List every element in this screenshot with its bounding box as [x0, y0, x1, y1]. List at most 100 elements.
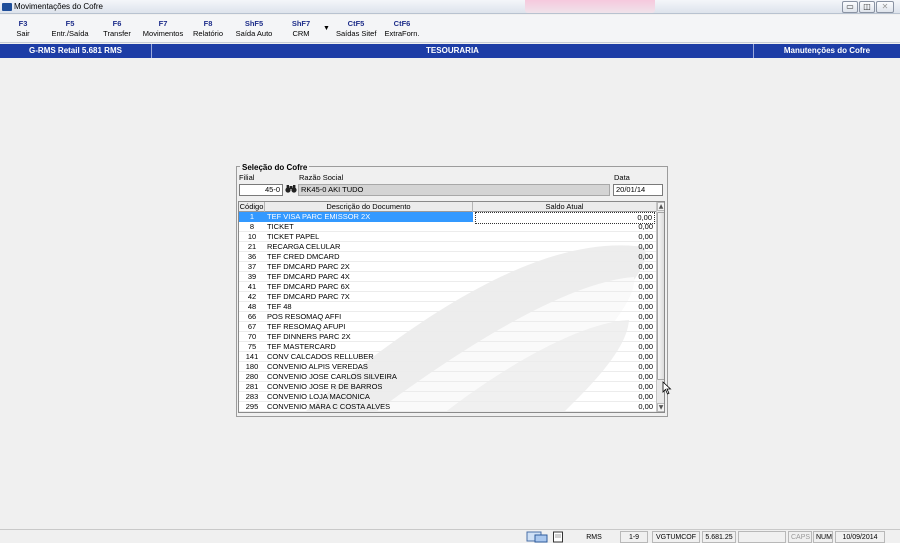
cell-codigo: 36: [247, 252, 257, 261]
binoculars-search-icon[interactable]: [285, 184, 297, 194]
table-row[interactable]: 75 TEF MASTERCARD 0,00: [239, 342, 656, 352]
table-row[interactable]: 21 RECARGA CELULAR 0,00: [239, 242, 656, 252]
toolbar-key: CtF5: [347, 19, 365, 28]
date-field[interactable]: 20/01/14: [613, 184, 663, 196]
cell-descricao: CONVENIO ALPIS VEREDAS: [267, 362, 368, 371]
toolbar-label: Transfer: [103, 29, 131, 38]
table-row[interactable]: 10 TICKET PAPEL 0,00: [239, 232, 656, 242]
minimize-button[interactable]: ▭: [842, 1, 858, 13]
table-row[interactable]: 41 TEF DMCARD PARC 6X 0,00: [239, 282, 656, 292]
scroll-down-arrow-icon[interactable]: ▼: [657, 403, 664, 412]
toolbar-button-extraforn[interactable]: CtF6 ExtraForn.: [382, 19, 422, 39]
toolbar-key: F8: [203, 19, 213, 28]
table-row[interactable]: 280 CONVENIO JOSE CARLOS SILVEIRA 0,00: [239, 372, 656, 382]
toolbar-button-saida-auto[interactable]: ShF5 Saída Auto: [232, 19, 276, 39]
filial-field[interactable]: 45-0: [239, 184, 283, 196]
toolbar-button-entrada-saida[interactable]: F5 Entr./Saída: [48, 19, 92, 39]
cell-descricao: POS RESOMAQ AFFI: [267, 312, 342, 321]
status-rms: RMS: [586, 534, 602, 541]
filial-label: Filial: [239, 173, 255, 182]
cell-codigo: 48: [247, 302, 257, 311]
table-row[interactable]: 281 CONVENIO JOSE R DE BARROS 0,00: [239, 382, 656, 392]
table-row[interactable]: 48 TEF 48 0,00: [239, 302, 656, 312]
app-icon: [2, 3, 12, 11]
cell-saldo: 0,00: [638, 222, 653, 231]
cell-saldo: 0,00: [638, 352, 653, 361]
table-row[interactable]: 180 CONVENIO ALPIS VEREDAS 0,00: [239, 362, 656, 372]
cell-descricao: TEF DMCARD PARC 4X: [267, 272, 350, 281]
cell-saldo: 0,00: [638, 342, 653, 351]
column-header-descricao[interactable]: Descrição do Documento: [265, 202, 473, 212]
table-row[interactable]: 8 TICKET 0,00: [239, 222, 656, 232]
cell-codigo: 141: [245, 352, 259, 361]
status-bar: RMS 1-9 VGTUMCOF 5.681.25 CAPS NUM 10/09…: [0, 529, 900, 543]
cell-descricao: TEF CRED DMCARD: [267, 252, 340, 261]
cell-saldo: 0,00: [638, 322, 653, 331]
column-header-saldo[interactable]: Saldo Atual: [473, 202, 656, 212]
cell-saldo: 0,00: [638, 262, 653, 271]
grid-header: Código Descrição do Documento Saldo Atua…: [239, 202, 656, 212]
toolbar-button-saidas-sitef[interactable]: CtF5 Saídas Sitef: [336, 19, 376, 39]
status-empty: [738, 531, 786, 543]
cell-codigo: 37: [247, 262, 257, 271]
document-icon: [553, 531, 563, 543]
table-row[interactable]: 37 TEF DMCARD PARC 2X 0,00: [239, 262, 656, 272]
table-row[interactable]: 70 TEF DINNERS PARC 2X 0,00: [239, 332, 656, 342]
title-bar: Movimentações do Cofre ▭ ◫ ✕: [0, 0, 900, 14]
panel-title: Seleção do Cofre: [240, 163, 310, 172]
cell-codigo: 67: [247, 322, 257, 331]
cell-saldo: 0,00: [638, 232, 653, 241]
mouse-cursor-icon: [662, 381, 672, 395]
close-button[interactable]: ✕: [876, 1, 894, 13]
toolbar-label: Entr./Saída: [51, 29, 89, 38]
chevron-down-icon[interactable]: ▼: [323, 25, 330, 32]
cell-saldo: 0,00: [638, 362, 653, 371]
toolbar-button-transfer[interactable]: F6 Transfer: [100, 19, 134, 39]
scroll-up-arrow-icon[interactable]: ▲: [657, 202, 664, 211]
cell-descricao: TEF DMCARD PARC 2X: [267, 262, 350, 271]
razao-social-label: Razão Social: [299, 173, 344, 182]
toolbar-button-movimentos[interactable]: F7 Movimentos: [140, 19, 186, 39]
cell-descricao: CONVENIO JOSE R DE BARROS: [267, 382, 383, 391]
cell-saldo: 0,00: [638, 402, 653, 411]
window-title: Movimentações do Cofre: [14, 2, 103, 11]
cell-codigo: 295: [245, 402, 259, 411]
table-row[interactable]: 283 CONVENIO LOJA MACONICA 0,00: [239, 392, 656, 402]
cell-descricao: TEF MASTERCARD: [267, 342, 336, 351]
cell-codigo: 180: [245, 362, 259, 371]
table-row[interactable]: 1 TEF VISA PARC EMISSOR 2X 0,00: [239, 212, 656, 224]
toolbar-label: CRM: [292, 29, 310, 38]
cofre-documents-grid[interactable]: Código Descrição do Documento Saldo Atua…: [238, 201, 665, 413]
cell-saldo: 0,00: [638, 242, 653, 251]
table-row[interactable]: 39 TEF DMCARD PARC 4X 0,00: [239, 272, 656, 282]
cell-saldo: 0,00: [638, 282, 653, 291]
scrollbar-thumb[interactable]: [657, 212, 664, 380]
grid-rows: 1 TEF VISA PARC EMISSOR 2X 0,00 8 TICKET 0,0…: [239, 212, 656, 412]
cell-descricao: CONV CALCADOS RELLUBER: [267, 352, 374, 361]
status-version: 5.681.25: [702, 531, 736, 543]
toolbar-button-sair[interactable]: F3 Sair: [8, 19, 38, 39]
column-header-codigo[interactable]: Código: [239, 202, 265, 212]
table-row[interactable]: 66 POS RESOMAQ AFFI 0,00: [239, 312, 656, 322]
table-row[interactable]: 295 CONVENIO MARA C COSTA ALVES 0,00: [239, 402, 656, 412]
cell-saldo: 0,00: [638, 272, 653, 281]
restore-button[interactable]: ◫: [859, 1, 875, 13]
cell-saldo: 0,00: [638, 302, 653, 311]
table-row[interactable]: 42 TEF DMCARD PARC 7X 0,00: [239, 292, 656, 302]
cell-codigo: 10: [247, 232, 257, 241]
cell-saldo: 0,00: [638, 392, 653, 401]
toolbar-button-crm[interactable]: ShF7 CRM: [286, 19, 316, 39]
cell-saldo: 0,00: [638, 252, 653, 261]
cell-descricao: TEF DMCARD PARC 6X: [267, 282, 350, 291]
cell-codigo: 70: [247, 332, 257, 341]
cell-descricao: TEF VISA PARC EMISSOR 2X: [265, 212, 473, 222]
cell-saldo: 0,00: [638, 382, 653, 391]
cell-descricao: CONVENIO LOJA MACONICA: [267, 392, 370, 401]
table-row[interactable]: 141 CONV CALCADOS RELLUBER 0,00: [239, 352, 656, 362]
cell-codigo: 280: [245, 372, 259, 381]
table-row[interactable]: 36 TEF CRED DMCARD 0,00: [239, 252, 656, 262]
toolbar-button-relatorio[interactable]: F8 Relatório: [190, 19, 226, 39]
network-icon: [526, 531, 548, 543]
table-row[interactable]: 67 TEF RESOMAQ AFUPI 0,00: [239, 322, 656, 332]
status-date: 10/09/2014: [835, 531, 885, 543]
